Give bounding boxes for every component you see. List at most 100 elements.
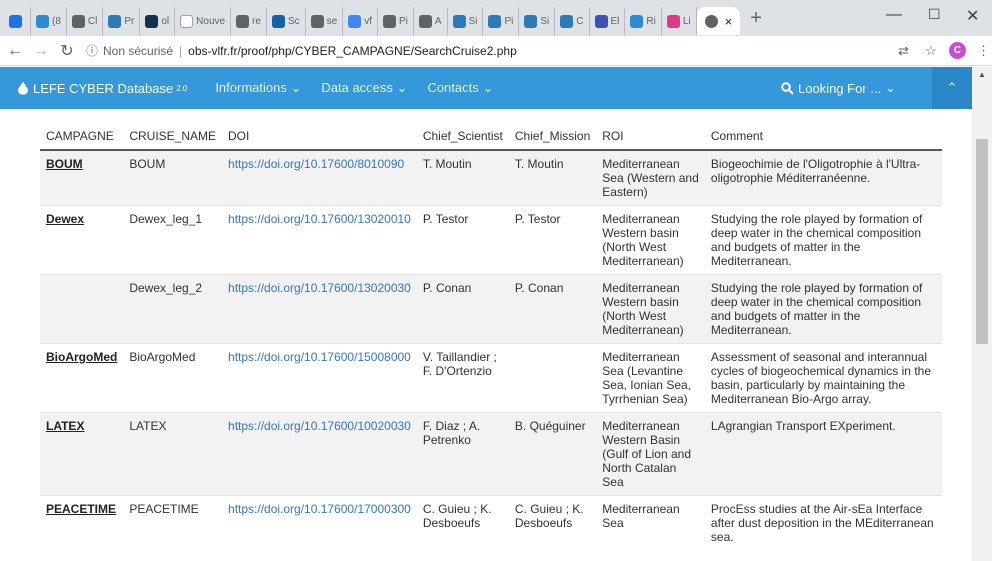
- brand-link[interactable]: LEFE CYBER Database 2.0: [18, 81, 187, 96]
- campaign-link[interactable]: BOUM: [46, 157, 83, 171]
- doi-link[interactable]: https://doi.org/10.17600/15008000: [228, 350, 411, 364]
- tab-label: vf: [364, 15, 372, 27]
- browser-tab[interactable]: [4, 7, 31, 35]
- column-header: Chief_Scientist: [416, 122, 509, 151]
- browser-tab[interactable]: se: [306, 7, 344, 35]
- tab-favicon-icon: [271, 14, 285, 28]
- nav-informations[interactable]: Informations ⌄: [215, 80, 301, 96]
- translate-icon[interactable]: ⇄: [898, 43, 909, 59]
- tab-favicon-icon: [145, 14, 159, 28]
- collapse-button[interactable]: ⌃: [932, 67, 972, 109]
- tab-label: Li: [682, 15, 691, 27]
- chevron-down-icon: ⌄: [885, 80, 896, 95]
- column-header: ROI: [596, 122, 705, 151]
- browser-tab[interactable]: vf: [343, 7, 378, 35]
- table-cell: P. Conan: [508, 274, 597, 344]
- minimize-button[interactable]: —: [886, 6, 902, 24]
- tab-label: re: [252, 15, 261, 27]
- doi-link[interactable]: https://doi.org/10.17600/17000300: [228, 502, 411, 516]
- table-cell: C. Guieu ; K. Desboeufs: [416, 495, 509, 550]
- tab-label: Pi: [398, 15, 408, 27]
- brand-version: 2.0: [176, 83, 188, 93]
- active-tab[interactable]: ×: [696, 7, 741, 35]
- browser-tab[interactable]: Si: [448, 7, 484, 35]
- browser-tab[interactable]: re: [231, 7, 267, 35]
- table-cell: Dewex: [40, 205, 124, 275]
- profile-avatar[interactable]: C: [949, 42, 966, 59]
- page-scrollbar[interactable]: ▲: [972, 67, 992, 561]
- table-cell: Dewex_leg_1: [123, 205, 223, 275]
- table-cell: https://doi.org/10.17600/17000300: [222, 495, 417, 550]
- browser-tab[interactable]: ol: [140, 7, 176, 35]
- chevron-up-icon: ⌃: [946, 80, 958, 95]
- looking-for-label: Looking For ...: [797, 80, 882, 96]
- tab-label: Pi: [504, 15, 514, 27]
- browser-tab[interactable]: Cl: [67, 7, 104, 35]
- menu-dots-icon[interactable]: ⋮: [977, 43, 990, 59]
- campaign-link[interactable]: BioArgoMed: [46, 350, 117, 364]
- tab-favicon-icon: [418, 14, 432, 28]
- browser-tab[interactable]: Sc: [267, 7, 306, 35]
- browser-tab[interactable]: Pi: [378, 7, 414, 35]
- browser-tab[interactable]: Pr: [103, 7, 141, 35]
- maximize-button[interactable]: ☐: [928, 6, 941, 23]
- table-cell: https://doi.org/10.17600/10020030: [222, 412, 417, 496]
- browser-tab[interactable]: C: [555, 7, 590, 35]
- browser-tab[interactable]: (8: [31, 7, 67, 35]
- tab-close-icon[interactable]: ×: [725, 14, 733, 29]
- info-icon[interactable]: ⓘ: [86, 42, 98, 59]
- browser-tab[interactable]: A: [414, 7, 448, 35]
- doi-link[interactable]: https://doi.org/10.17600/10020030: [228, 419, 411, 433]
- campaign-link[interactable]: Dewex: [46, 212, 84, 226]
- browser-tab[interactable]: Pi: [483, 7, 520, 35]
- table-cell: BOUM: [40, 149, 124, 206]
- nav-data-access[interactable]: Data access ⌄: [321, 80, 407, 96]
- tab-favicon-icon: [524, 14, 538, 28]
- column-header: CAMPAGNE: [40, 122, 124, 151]
- table-cell: BioArgoMed: [123, 343, 223, 413]
- table-cell: https://doi.org/10.17600/13020030: [222, 274, 417, 344]
- table-cell: Mediterranean Sea (Levantine Sea, Ionian…: [596, 343, 705, 413]
- nav-contacts[interactable]: Contacts ⌄: [427, 80, 493, 96]
- cruise-table: CAMPAGNE CRUISE_NAME DOI Chief_Scientist Chi…: [40, 122, 942, 550]
- doi-link[interactable]: https://doi.org/10.17600/13020030: [228, 281, 411, 295]
- back-arrow-icon[interactable]: ←: [4, 42, 26, 60]
- forward-arrow-icon[interactable]: →: [30, 42, 52, 60]
- close-window-button[interactable]: ✕: [966, 6, 979, 26]
- browser-tab[interactable]: Li: [662, 7, 697, 35]
- browser-tab[interactable]: Nouve: [175, 7, 232, 35]
- table-cell: PEACETIME: [40, 495, 124, 550]
- tab-favicon-icon: [236, 14, 250, 28]
- tab-label: se: [326, 15, 338, 27]
- campaign-link[interactable]: PEACETIME: [46, 502, 116, 516]
- browser-tab[interactable]: Ri: [625, 7, 662, 35]
- table-cell: B. Quéguiner: [508, 412, 597, 496]
- reload-icon[interactable]: ↻: [56, 41, 78, 61]
- table-cell: LATEX: [40, 412, 124, 496]
- browser-tab[interactable]: Si: [519, 7, 556, 35]
- doi-link[interactable]: https://doi.org/10.17600/8010090: [228, 157, 404, 171]
- campaign-link[interactable]: LATEX: [46, 419, 84, 433]
- table-body: BOUM BOUM https://doi.org/10.17600/8010090…: [40, 149, 942, 550]
- bookmark-star-icon[interactable]: ☆: [925, 43, 937, 59]
- table-cell: [40, 274, 124, 344]
- table-cell: Mediterranean Western basin (North West …: [596, 205, 705, 275]
- tab-favicon-icon: [180, 14, 194, 28]
- looking-for-dropdown[interactable]: Looking For ... ⌄: [781, 80, 896, 96]
- table-cell: LAgrangian Transport EXperiment.: [704, 412, 942, 496]
- browser-tab[interactable]: El: [590, 7, 626, 35]
- table-row: PEACETIME PEACETIME https://doi.org/10.176…: [40, 495, 942, 550]
- table-cell: PEACETIME: [123, 495, 223, 550]
- new-tab-button[interactable]: +: [750, 7, 762, 30]
- tab-favicon-icon: [71, 14, 85, 28]
- doi-link[interactable]: https://doi.org/10.17600/13020010: [228, 212, 411, 226]
- scroll-thumb[interactable]: [976, 139, 988, 344]
- table-cell: https://doi.org/10.17600/13020010: [222, 205, 417, 275]
- url-text[interactable]: obs-vlfr.fr/proof/php/CYBER_CAMPAGNE/Sea…: [188, 44, 517, 58]
- table-row: LATEX LATEX https://doi.org/10.17600/10020…: [40, 412, 942, 496]
- tab-label: Si: [540, 15, 550, 27]
- table-cell: BioArgoMed: [40, 343, 124, 413]
- omnibox[interactable]: ⓘ Non sécurisé | obs-vlfr.fr/proof/php/C…: [86, 42, 517, 59]
- scroll-up-arrow[interactable]: ▲: [972, 70, 992, 79]
- table-row: Dewex Dewex_leg_1 https://doi.org/10.17600…: [40, 205, 942, 275]
